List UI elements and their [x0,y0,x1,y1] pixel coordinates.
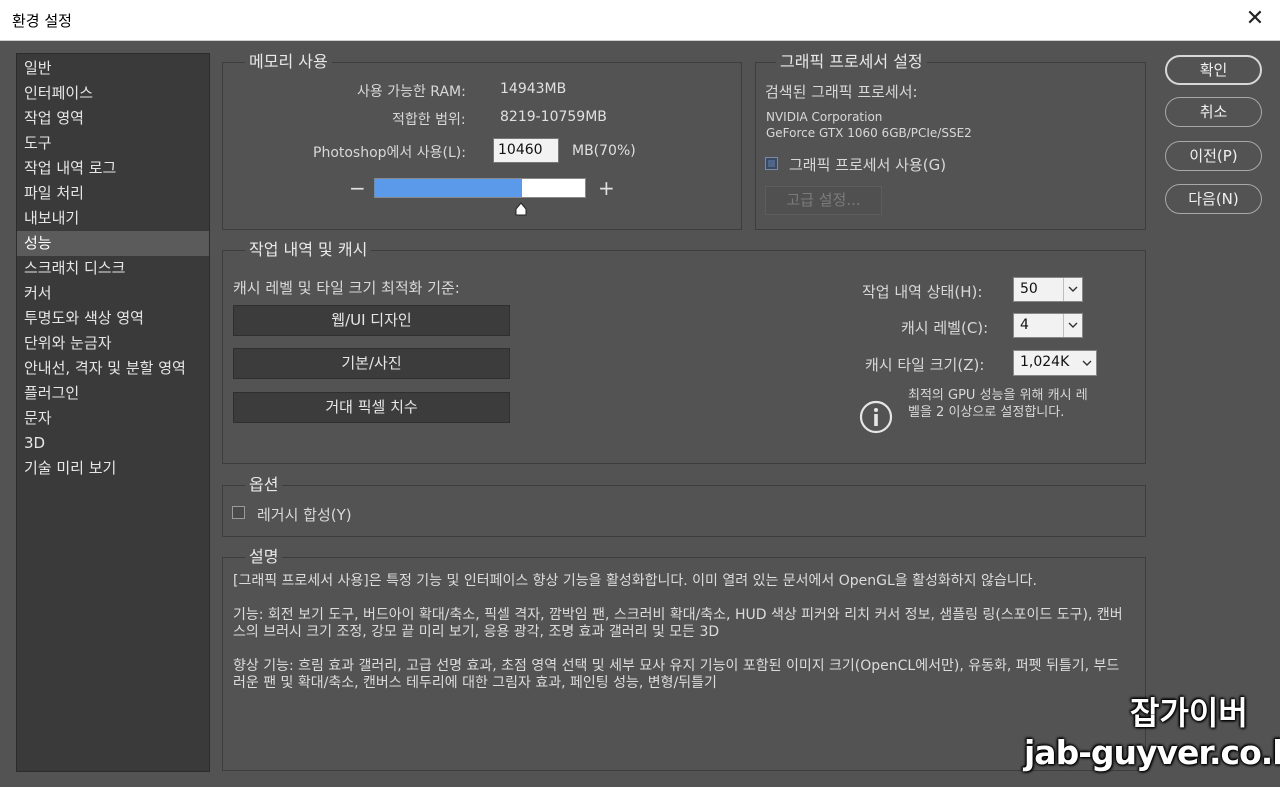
ideal-range-value: 8219-10759MB [500,109,607,125]
gpu-settings-legend: 그래픽 프로세서 설정 [776,52,927,72]
legacy-compositing-label: 레거시 합성(Y) [257,506,352,524]
description-para3: 향상 기능: 흐림 효과 갤러리, 고급 선명 효과, 초점 영역 선택 및 세… [233,658,1120,691]
description-legend: 설명 [245,547,283,567]
use-gpu-checkbox[interactable] [765,157,778,170]
gpu-model: GeForce GTX 1060 6GB/PCIe/SSE2 [766,126,972,140]
sidebar-item[interactable]: 플러그인 [17,381,209,406]
chevron-down-icon [1063,314,1078,337]
cache-tile-size-label: 캐시 타일 크기(Z): [865,356,985,374]
gpu-vendor: NVIDIA Corporation [766,110,883,124]
sidebar-item[interactable]: 기술 미리 보기 [17,456,209,481]
sidebar-item[interactable]: 안내선, 격자 및 분할 영역 [17,356,209,381]
options-legend: 옵션 [245,475,283,495]
sidebar-item[interactable]: 3D [17,431,209,456]
increase-memory-button[interactable]: + [598,176,615,200]
sidebar-item[interactable]: 작업 내역 로그 [17,156,209,181]
category-sidebar: 일반 인터페이스 작업 영역 도구 작업 내역 로그 파일 처리 내보내기 성능 스크래치 디스… [16,53,210,772]
ok-button[interactable]: 확인 [1165,55,1262,85]
cache-tile-size-select[interactable]: 1,024K [1013,350,1097,376]
prev-button[interactable]: 이전(P) [1165,141,1262,171]
preferences-dialog: 환경 설정 ✕ 일반 인터페이스 작업 영역 도구 작업 내역 로그 파일 처리 내보내기 성… [0,0,1280,787]
sidebar-item[interactable]: 스크래치 디스크 [17,256,209,281]
chevron-down-icon [1063,278,1078,301]
memory-slider[interactable] [374,178,586,198]
advanced-settings-button[interactable]: 고급 설정... [765,186,882,215]
cache-tile-size-value: 1,024K [1020,354,1070,370]
history-states-select[interactable]: 50 [1013,277,1083,302]
sidebar-item[interactable]: 도구 [17,131,209,156]
sidebar-item[interactable]: 커서 [17,281,209,306]
memory-slider-fill [375,179,522,197]
options-group: 옵션 [222,475,1146,537]
ideal-range-label: 적합한 범위: [392,112,466,128]
category-list: 일반 인터페이스 작업 영역 도구 작업 내역 로그 파일 처리 내보내기 성능 스크래치 디스… [17,54,209,481]
history-states-value: 50 [1020,281,1038,297]
sidebar-item[interactable]: 파일 처리 [17,181,209,206]
cache-levels-select[interactable]: 4 [1013,313,1083,338]
info-icon [859,400,893,434]
window-title: 환경 설정 [12,12,72,30]
memory-usage-unit: MB(70%) [572,143,636,159]
available-ram-label: 사용 가능한 RAM: [357,84,466,100]
chevron-down-icon [1082,360,1092,366]
next-button[interactable]: 다음(N) [1165,184,1262,214]
memory-usage-group: 메모리 사용 [222,52,742,230]
memory-usage-input[interactable]: 10460 [493,138,559,163]
preset-web-ui-button[interactable]: 웹/UI 디자인 [233,305,510,336]
sidebar-item[interactable]: 작업 영역 [17,106,209,131]
available-ram-value: 14943MB [500,81,567,97]
sidebar-item[interactable]: 문자 [17,406,209,431]
history-states-label: 작업 내역 상태(H): [862,283,983,301]
history-cache-legend: 작업 내역 및 캐시 [245,240,372,260]
description-para1: [그래픽 프로세서 사용]은 특정 기능 및 인터페이스 향상 기능을 활성화합… [233,573,1037,589]
memory-slider-thumb[interactable] [514,202,528,216]
optimize-label: 캐시 레벨 및 타일 크기 최적화 기준: [233,279,460,297]
cache-levels-value: 4 [1020,317,1029,333]
memory-usage-legend: 메모리 사용 [245,52,332,72]
preset-default-photo-button[interactable]: 기본/사진 [233,348,510,379]
cache-info-line2: 벨을 2 이상으로 설정합니다. [908,405,1065,420]
legacy-compositing-checkbox[interactable] [232,506,245,519]
sidebar-item[interactable]: 투명도와 색상 영역 [17,306,209,331]
sidebar-item[interactable]: 단위와 눈금자 [17,331,209,356]
use-gpu-label: 그래픽 프로세서 사용(G) [789,156,947,174]
cache-levels-label: 캐시 레벨(C): [901,319,989,337]
cancel-button[interactable]: 취소 [1165,97,1262,127]
sidebar-item[interactable]: 내보내기 [17,206,209,231]
close-icon[interactable]: ✕ [1242,6,1268,32]
sidebar-item[interactable]: 일반 [17,56,209,81]
photoshop-usage-label: Photoshop에서 사용(L): [313,145,466,161]
sidebar-item[interactable]: 성능 [17,231,209,256]
preset-huge-pixel-button[interactable]: 거대 픽셀 치수 [233,392,510,423]
description-text: [그래픽 프로세서 사용]은 특정 기능 및 인터페이스 향상 기능을 활성화합… [233,573,1128,709]
watermark-url: jab-guyver.co.kr [1024,733,1280,772]
sidebar-item[interactable]: 인터페이스 [17,81,209,106]
title-bar: 환경 설정 ✕ [0,0,1280,41]
watermark-title: 잡가이버 [1130,694,1248,732]
description-para2: 기능: 회전 보기 도구, 버드아이 확대/축소, 픽셀 격자, 깜박임 팬, … [233,607,1123,640]
detected-gpu-label: 검색된 그래픽 프로세서: [765,83,918,101]
decrease-memory-button[interactable]: − [349,176,366,200]
